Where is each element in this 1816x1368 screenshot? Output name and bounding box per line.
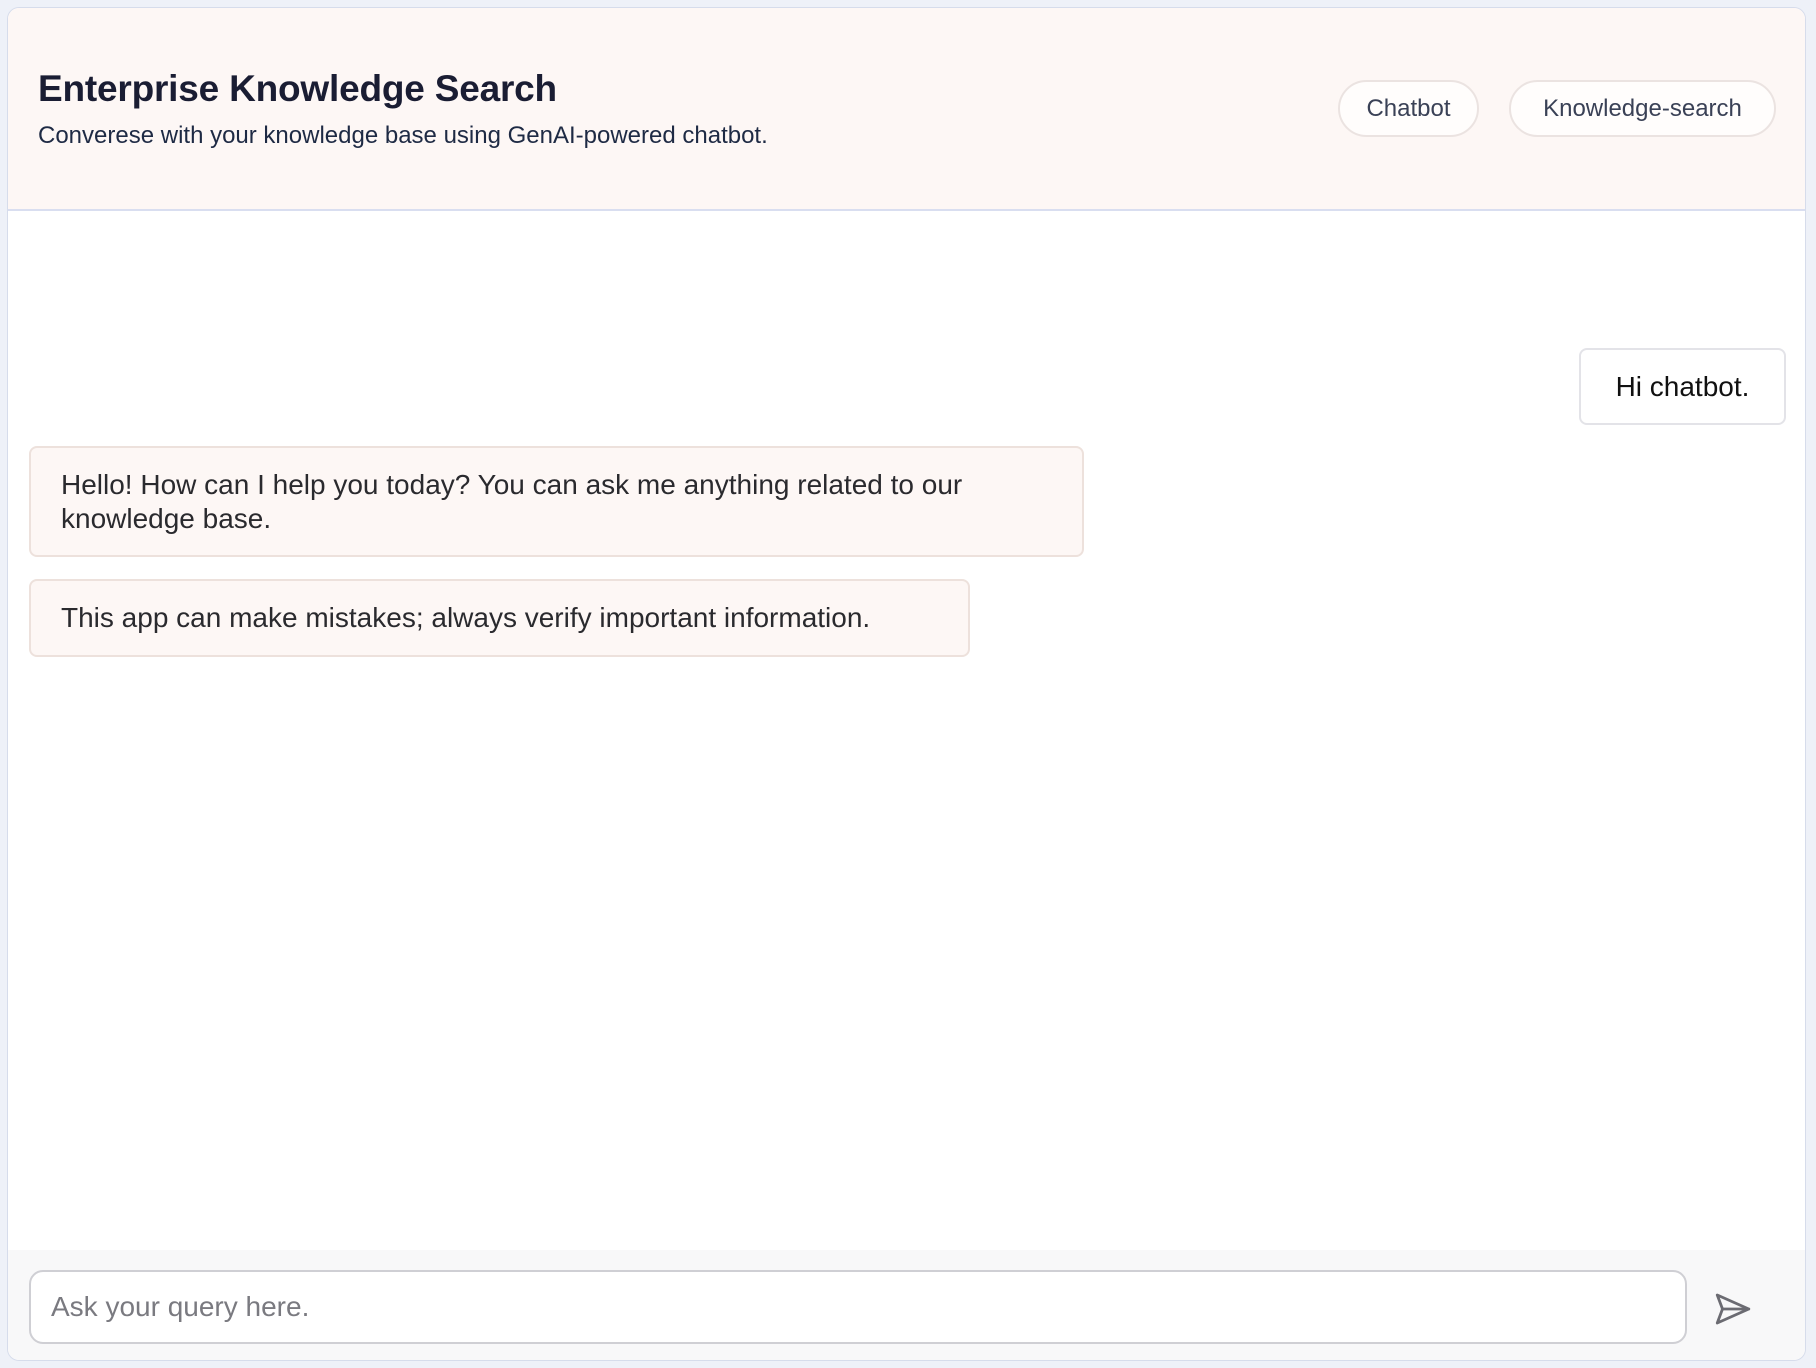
app-window: Enterprise Knowledge Search Converese wi…	[7, 7, 1806, 1361]
composer	[8, 1250, 1805, 1360]
chat-messages: Hi chatbot. Hello! How can I help you to…	[8, 213, 1805, 1250]
user-message-text: Hi chatbot.	[1615, 370, 1750, 402]
page-title: Enterprise Knowledge Search	[38, 68, 557, 109]
query-input[interactable]	[29, 1270, 1687, 1344]
assistant-message-text: Hello! How can I help you today? You can…	[61, 469, 963, 534]
page-header: Enterprise Knowledge Search Converese wi…	[8, 8, 1805, 211]
assistant-message-text: This app can make mistakes; always verif…	[61, 602, 871, 633]
tab-knowledge-search[interactable]: Knowledge-search	[1509, 80, 1776, 137]
tab-chatbot[interactable]: Chatbot	[1338, 80, 1479, 137]
assistant-message: Hello! How can I help you today? You can…	[29, 446, 1084, 557]
assistant-message: This app can make mistakes; always verif…	[29, 579, 970, 657]
send-button[interactable]	[1708, 1284, 1758, 1334]
page-subtitle: Converese with your knowledge base using…	[38, 122, 768, 149]
send-icon	[1715, 1293, 1751, 1325]
user-message: Hi chatbot.	[1579, 348, 1786, 425]
